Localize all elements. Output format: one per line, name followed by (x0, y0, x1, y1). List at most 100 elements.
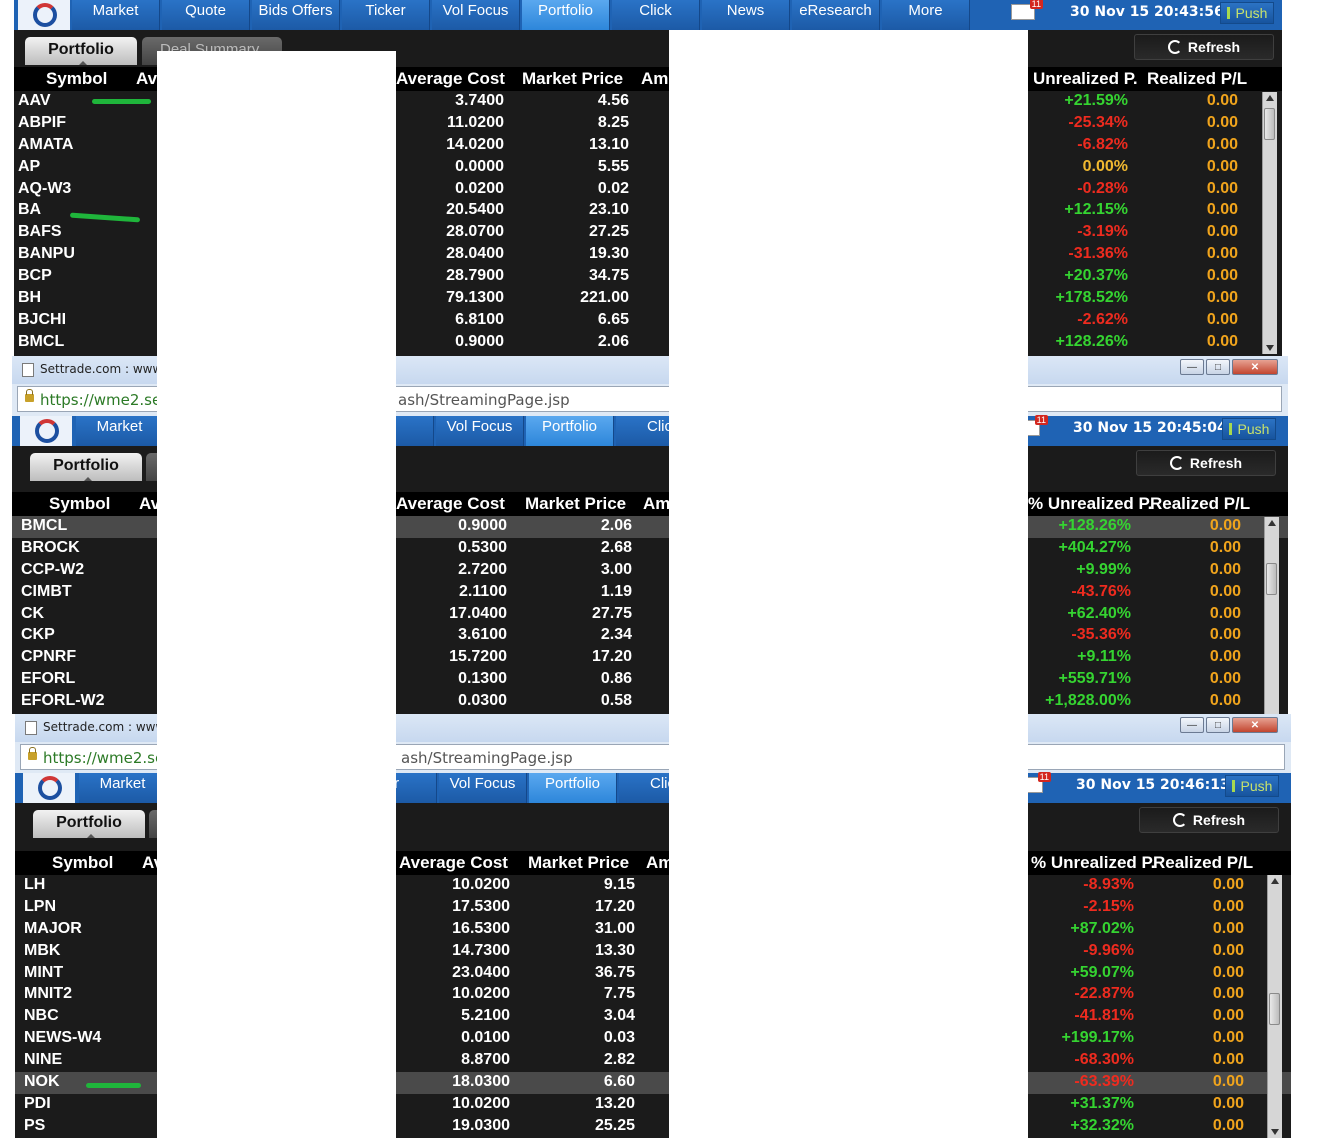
cell-market-price: 2.68 (600, 538, 632, 556)
col-average-cost[interactable]: Average Cost (399, 853, 508, 873)
cell-symbol: BH (18, 289, 42, 307)
cell-symbol: MAJOR (24, 919, 82, 937)
tab-portfolio-sub[interactable]: Portfolio (33, 810, 145, 838)
col-market-price[interactable]: Market Price (525, 494, 626, 514)
cell-average-cost: 0.5300 (458, 538, 507, 556)
cell-unrealized: +21.59% (1064, 92, 1128, 109)
cell-average-cost: 19.0300 (452, 1116, 510, 1134)
tab-vol-focus[interactable]: Vol Focus (439, 773, 527, 803)
tab-portfolio[interactable]: Portfolio (529, 773, 617, 803)
refresh-icon (1172, 813, 1187, 827)
tab-more[interactable]: More (882, 0, 970, 30)
cell-realized: 0.00 (1209, 517, 1241, 534)
tab-vol-focus[interactable]: Vol Focus (436, 416, 524, 446)
col-market-price[interactable]: Market Price (528, 853, 629, 873)
cell-market-price: 7.75 (603, 985, 635, 1003)
col-amount-truncated[interactable]: Am (641, 69, 668, 89)
cell-market-price: 27.25 (588, 223, 629, 241)
minimize-button[interactable]: — (1180, 717, 1204, 733)
datetime: 30 Nov 15 20:46:13 (1076, 777, 1230, 793)
mail-icon[interactable]: 11 (1011, 0, 1043, 20)
maximize-button[interactable]: □ (1206, 717, 1230, 733)
tab-portfolio-sub[interactable]: Portfolio (30, 453, 142, 481)
tab-market[interactable]: Market (72, 0, 160, 30)
cell-average-cost: 15.7200 (449, 648, 507, 666)
cell-average-cost: 10.0200 (452, 1094, 510, 1112)
col-unrealized[interactable]: % Unrealized P. (1028, 494, 1152, 514)
scroll-up-icon[interactable] (1266, 95, 1274, 101)
col-avg-truncated[interactable]: Av (136, 69, 157, 89)
close-button[interactable]: ✕ (1232, 717, 1278, 733)
cell-unrealized: -22.87% (1074, 985, 1134, 1003)
col-market-price[interactable]: Market Price (522, 69, 623, 89)
tab-bids-offers[interactable]: Bids Offers (252, 0, 340, 30)
scroll-up-icon[interactable] (1271, 878, 1279, 884)
table-scrollbar[interactable] (1262, 92, 1277, 354)
cell-average-cost: 20.5400 (446, 201, 504, 219)
refresh-button[interactable]: Refresh (1134, 34, 1274, 60)
col-unrealized[interactable]: Unrealized P. (1033, 69, 1138, 89)
tab-ticker[interactable]: Ticker (342, 0, 430, 30)
cell-market-price: 23.10 (588, 201, 629, 219)
cell-realized: 0.00 (1209, 560, 1241, 578)
col-symbol[interactable]: Symbol (46, 69, 107, 89)
cell-realized: 0.00 (1206, 310, 1238, 328)
push-button[interactable]: Push (1222, 418, 1276, 440)
tab-market[interactable]: Market (76, 416, 164, 446)
col-realized[interactable]: Realized P/L (1147, 69, 1247, 89)
cell-realized: 0.00 (1206, 289, 1238, 307)
push-button[interactable]: Push (1220, 2, 1274, 24)
tab-portfolio-sub[interactable]: Portfolio (25, 37, 137, 65)
push-button[interactable]: Push (1225, 775, 1279, 797)
cell-average-cost: 0.0300 (458, 692, 507, 710)
tab-news[interactable]: News (702, 0, 790, 30)
scroll-down-icon[interactable] (1271, 1129, 1279, 1135)
scroll-down-icon[interactable] (1266, 345, 1274, 351)
col-amount-truncated[interactable]: Am (643, 494, 670, 514)
col-realized[interactable]: Realized P/L (1150, 494, 1250, 514)
refresh-button[interactable]: Refresh (1139, 807, 1279, 833)
cell-average-cost: 28.0700 (446, 223, 504, 241)
cell-realized: 0.00 (1212, 1029, 1244, 1047)
scroll-thumb[interactable] (1269, 993, 1280, 1025)
cell-realized: 0.00 (1206, 201, 1238, 219)
cell-market-price: 17.20 (594, 897, 635, 915)
tab-eresearch[interactable]: eResearch (792, 0, 880, 30)
scroll-up-icon[interactable] (1268, 520, 1276, 526)
tab-quote[interactable]: Quote (162, 0, 250, 30)
main-nav: Market Quote Bids Offers Ticker Vol Focu… (14, 0, 1282, 30)
tab-portfolio[interactable]: Portfolio (522, 0, 610, 30)
cell-unrealized: +559.71% (1058, 670, 1131, 688)
tab-vol-focus[interactable]: Vol Focus (432, 0, 520, 30)
col-symbol[interactable]: Symbol (49, 494, 110, 514)
tab-portfolio[interactable]: Portfolio (526, 416, 614, 446)
tab-click[interactable]: Click (612, 0, 700, 30)
cell-realized: 0.00 (1209, 692, 1241, 710)
scroll-thumb[interactable] (1264, 108, 1275, 140)
maximize-button[interactable]: □ (1206, 359, 1230, 375)
col-average-cost[interactable]: Average Cost (396, 494, 505, 514)
col-realized[interactable]: Realized P/L (1153, 853, 1253, 873)
cell-unrealized: -8.93% (1083, 876, 1134, 893)
tab-market[interactable]: Market (79, 773, 167, 803)
cell-symbol: CCP-W2 (21, 560, 85, 578)
col-symbol[interactable]: Symbol (52, 853, 113, 873)
refresh-label: Refresh (1189, 455, 1243, 471)
close-button[interactable]: ✕ (1232, 359, 1278, 375)
lock-icon (28, 747, 37, 760)
table-scrollbar[interactable] (1264, 517, 1279, 714)
col-average-cost[interactable]: Average Cost (396, 69, 505, 89)
cell-realized: 0.00 (1206, 157, 1238, 175)
page-icon (25, 721, 37, 735)
cell-unrealized: +404.27% (1058, 538, 1131, 556)
cell-symbol: BMCL (18, 332, 65, 350)
settrade-logo (23, 773, 75, 803)
minimize-button[interactable]: — (1180, 359, 1204, 375)
cell-symbol: PS (24, 1116, 46, 1134)
cell-average-cost: 8.8700 (461, 1051, 510, 1069)
refresh-button[interactable]: Refresh (1136, 450, 1276, 476)
col-unrealized[interactable]: % Unrealized P. (1031, 853, 1155, 873)
cell-realized: 0.00 (1212, 963, 1244, 981)
scroll-thumb[interactable] (1266, 563, 1277, 595)
table-scrollbar[interactable] (1267, 875, 1282, 1138)
